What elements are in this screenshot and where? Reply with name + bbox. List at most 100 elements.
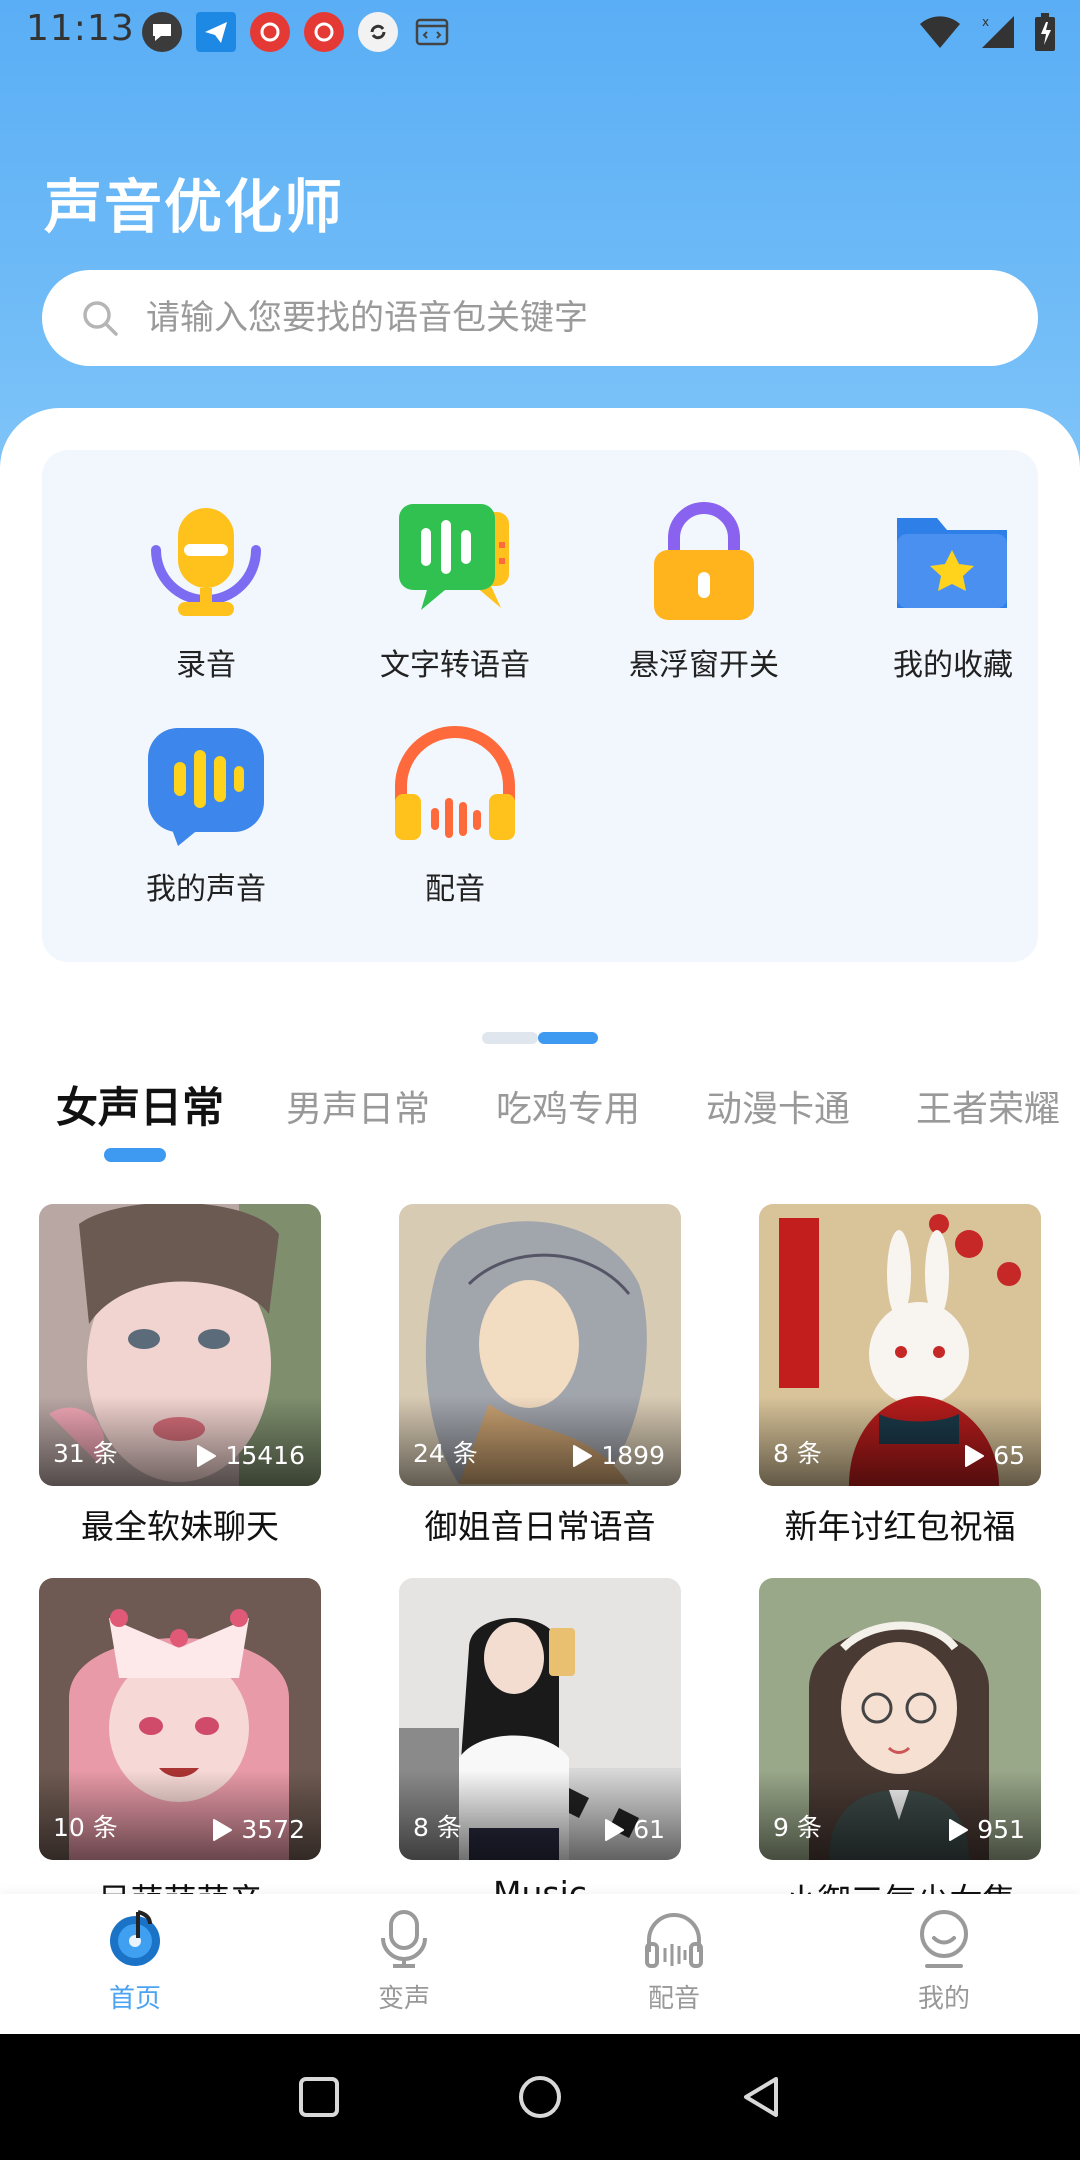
- search-input[interactable]: [146, 270, 1006, 366]
- tool-text-to-speech[interactable]: 文字转语音: [335, 498, 575, 698]
- netease-music-notification-icon: [304, 12, 344, 52]
- paper-plane-notification-icon: [196, 12, 236, 52]
- tool-label: 悬浮窗开关: [629, 648, 779, 683]
- back-icon[interactable]: [738, 2074, 784, 2120]
- status-time: 11:13: [26, 8, 135, 49]
- play-count: 951: [947, 1815, 1025, 1844]
- headphones-icon: [645, 1913, 703, 1968]
- home-button-icon[interactable]: [517, 2074, 563, 2120]
- tool-my-voice[interactable]: 我的声音: [86, 722, 326, 922]
- wifi-icon: [920, 16, 960, 48]
- nav-label: 配音: [647, 1984, 700, 2014]
- play-count-value: 61: [633, 1815, 665, 1844]
- message-notification-icon: [142, 12, 182, 52]
- tab-pubg[interactable]: 吃鸡专用: [496, 1080, 640, 1132]
- voice-pack-cover: 8 条 65: [759, 1204, 1041, 1486]
- play-count: 15416: [195, 1441, 305, 1470]
- voice-pack-title: 最全软妹聊天: [81, 1507, 279, 1546]
- play-icon: [197, 1444, 217, 1467]
- play-count: 65: [963, 1441, 1025, 1470]
- tool-label: 我的收藏: [893, 648, 1013, 683]
- nav-home[interactable]: 首页: [55, 1908, 215, 2015]
- nav-dubbing[interactable]: 配音: [594, 1908, 754, 2015]
- page-dot-inactive: [482, 1032, 538, 1044]
- status-bar: 11:13 x: [0, 0, 1080, 64]
- voice-pack-cover: 31 条 15416: [39, 1204, 321, 1486]
- play-icon: [949, 1818, 969, 1841]
- voice-pack-grid: 31 条 15416 最全软妹聊天 24 条 1899 御姐音日常语音 8 条 …: [0, 1204, 1080, 1894]
- voice-pack-title: 御姐音日常语音: [424, 1507, 656, 1546]
- voice-pack-cover: 10 条 3572: [39, 1578, 321, 1860]
- sync-notification-icon: [358, 12, 398, 52]
- voice-pack-title: 小御三气少女集: [759, 1874, 1041, 1894]
- voice-pack-cover: 9 条 951: [759, 1578, 1041, 1860]
- profile-icon: [920, 1910, 968, 1968]
- play-icon: [213, 1818, 233, 1841]
- nav-label: 我的: [917, 1984, 970, 2014]
- microphone-icon: [381, 1910, 427, 1968]
- voice-pack-cover: 8 条 61: [399, 1578, 681, 1860]
- category-tabs: 女声日常 男声日常 吃鸡专用 动漫卡通 王者荣耀: [0, 1070, 1080, 1180]
- play-icon: [965, 1444, 985, 1467]
- voice-pack-title: Music: [493, 1874, 587, 1894]
- home-disc-icon: [110, 1910, 160, 1966]
- tool-favorites[interactable]: 我的收藏: [833, 498, 1073, 698]
- microphone-icon: [151, 508, 261, 616]
- search-bar[interactable]: [42, 270, 1038, 366]
- nav-voice-change[interactable]: 变声: [324, 1908, 484, 2015]
- play-count: 61: [603, 1815, 665, 1844]
- recent-apps-icon[interactable]: [296, 2074, 342, 2120]
- play-icon: [573, 1444, 593, 1467]
- voice-pack-card[interactable]: 8 条 61 Music: [399, 1578, 681, 1894]
- text-to-speech-icon: [399, 504, 509, 610]
- voice-pack-card[interactable]: 31 条 15416 最全软妹聊天: [39, 1204, 321, 1548]
- voice-pack-card[interactable]: 10 条 3572 呆萌萌萌音: [39, 1578, 321, 1894]
- app-title: 声音优化师: [44, 173, 345, 241]
- tool-label: 我的声音: [146, 872, 266, 907]
- play-count: 3572: [211, 1815, 305, 1844]
- item-count: 8 条: [773, 1439, 822, 1468]
- item-count: 10 条: [53, 1813, 118, 1842]
- star-folder-icon: [897, 518, 1007, 608]
- play-icon: [605, 1818, 625, 1841]
- status-indicators: x: [918, 12, 1056, 52]
- play-count: 1899: [571, 1441, 665, 1470]
- tool-floating-window-toggle[interactable]: 悬浮窗开关: [584, 498, 824, 698]
- lock-icon: [654, 502, 754, 620]
- play-count-value: 65: [993, 1441, 1025, 1470]
- tab-honor-of-kings[interactable]: 王者荣耀: [916, 1080, 1060, 1132]
- tool-label: 录音: [176, 648, 236, 683]
- voice-pack-card[interactable]: 9 条 951 小御三气少女集: [759, 1578, 1041, 1894]
- tools-panel: 录音 文字转语音 悬浮窗开关 我的收藏 我的声音 配音: [42, 450, 1038, 962]
- code-window-notification-icon: [412, 12, 452, 52]
- nav-profile[interactable]: 我的: [864, 1908, 1024, 2015]
- bottom-navigation: 首页 变声 配音 我的: [0, 1894, 1080, 2034]
- search-icon: [83, 301, 118, 336]
- voice-pack-cover: 24 条 1899: [399, 1204, 681, 1486]
- tool-label: 文字转语音: [380, 648, 530, 683]
- tab-indicator: [104, 1148, 166, 1162]
- tab-female-daily[interactable]: 女声日常: [56, 1074, 224, 1135]
- play-count-value: 3572: [241, 1815, 305, 1844]
- headphones-icon: [395, 726, 515, 840]
- cell-signal-icon: x: [982, 15, 1014, 48]
- page-dot-active: [538, 1032, 598, 1044]
- tab-male-daily[interactable]: 男声日常: [286, 1080, 430, 1132]
- page-indicator: [482, 1032, 598, 1044]
- item-count: 8 条: [413, 1813, 462, 1842]
- tool-record[interactable]: 录音: [86, 498, 326, 698]
- play-count-value: 951: [977, 1815, 1025, 1844]
- item-count: 31 条: [53, 1439, 118, 1468]
- voice-pack-card[interactable]: 8 条 65 新年讨红包祝福: [759, 1204, 1041, 1548]
- play-count-value: 15416: [225, 1441, 305, 1470]
- voice-pack-card[interactable]: 24 条 1899 御姐音日常语音: [399, 1204, 681, 1548]
- netease-music-notification-icon: [250, 12, 290, 52]
- tab-anime-cartoon[interactable]: 动漫卡通: [706, 1080, 850, 1132]
- nav-label: 变声: [377, 1984, 430, 2014]
- voice-pack-title: 呆萌萌萌音: [39, 1874, 321, 1894]
- voice-bubble-icon: [148, 728, 264, 846]
- item-count: 24 条: [413, 1439, 478, 1468]
- nav-label: 首页: [108, 1984, 161, 2014]
- tool-dubbing[interactable]: 配音: [335, 722, 575, 922]
- battery-icon: [1035, 13, 1055, 51]
